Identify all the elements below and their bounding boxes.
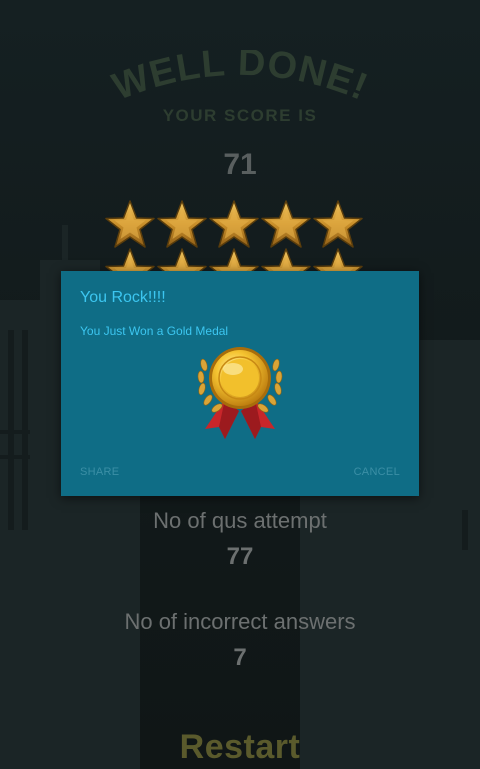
star-icon: [313, 200, 363, 248]
star-icon: [157, 200, 207, 248]
star-icon: [261, 200, 311, 248]
attempted-questions-value: 77: [226, 543, 254, 570]
incorrect-answers-label: No of incorrect answers: [124, 609, 356, 634]
dialog-message: You Just Won a Gold Medal: [80, 324, 229, 338]
restart-button[interactable]: Restart: [0, 728, 480, 767]
gold-medal-icon: [197, 347, 283, 439]
svg-text:WELL DONE!: WELL DONE!: [107, 50, 374, 109]
share-button[interactable]: SHARE: [80, 466, 119, 478]
star-icon: [105, 200, 155, 248]
cancel-button[interactable]: CANCEL: [354, 466, 400, 478]
gold-medal-dialog: You Rock!!!! You Just Won a Gold Medal S…: [61, 271, 419, 496]
well-done-title: WELL DONE!: [107, 50, 374, 109]
attempted-questions-label: No of qus attempt: [153, 508, 327, 533]
score-subtitle: YOUR SCORE IS: [162, 106, 318, 125]
score-value: 71: [223, 148, 257, 181]
star-rating-row: [104, 199, 364, 253]
star-icon: [209, 200, 259, 248]
dialog-title: You Rock!!!!: [80, 289, 166, 306]
incorrect-answers-value: 7: [233, 644, 247, 671]
